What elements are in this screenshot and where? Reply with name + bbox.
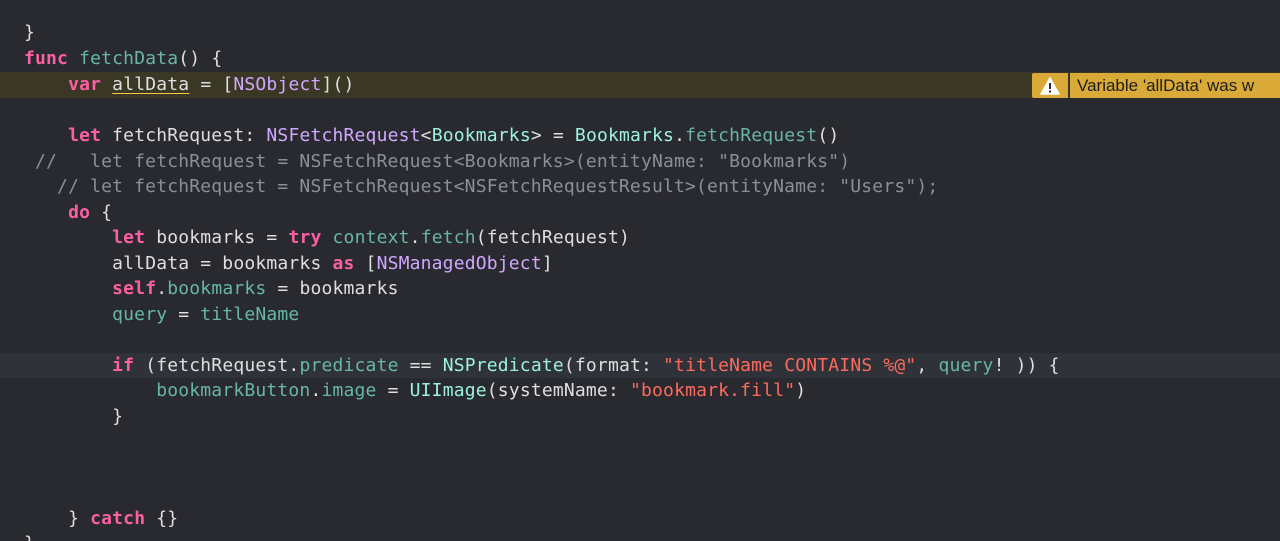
comment-text: // let fetchRequest = NSFetchRequest<Boo… <box>24 150 851 172</box>
code-text: } <box>68 507 91 529</box>
property-name: bookmarkButton <box>156 380 311 401</box>
warning-message: Variable 'allData' was w <box>1070 73 1280 98</box>
method-name: fetch <box>420 227 476 248</box>
property-name: context <box>332 227 410 248</box>
code-text: . <box>674 125 686 146</box>
code-line-14-current[interactable]: if (fetchRequest.predicate == NSPredicat… <box>0 352 1280 378</box>
property-name: image <box>321 380 377 401</box>
code-text: () { <box>178 47 223 69</box>
code-text: [ <box>354 252 377 274</box>
type-name: NSManagedObject <box>376 252 542 274</box>
type-name: NSFetchRequest <box>266 125 421 146</box>
code-line-21[interactable]: } <box>0 531 1280 541</box>
code-line-10[interactable]: allData = bookmarks as [NSManagedObject] <box>0 251 1280 277</box>
code-line-7-comment[interactable]: // let fetchRequest = NSFetchRequest<NSF… <box>0 174 1280 200</box>
type-name: NSObject <box>233 74 322 95</box>
code-text: { <box>90 201 113 223</box>
code-text: . <box>310 380 322 401</box>
code-line-11[interactable]: self.bookmarks = bookmarks <box>0 276 1280 302</box>
keyword-let: let <box>68 125 102 146</box>
code-text: . <box>409 227 421 248</box>
string-literal: "bookmark.fill" <box>630 380 796 401</box>
keyword-let: let <box>112 227 146 248</box>
closing-brace: } <box>24 533 35 541</box>
code-text: ] <box>541 252 553 274</box>
code-text: = [ <box>189 74 234 95</box>
code-line-12[interactable]: query = titleName <box>0 302 1280 328</box>
closing-brace: } <box>24 22 36 43</box>
code-text: fetchRequest: <box>101 125 267 146</box>
keyword-do: do <box>68 201 91 223</box>
code-line-2[interactable]: func fetchData() { <box>0 46 1280 72</box>
property-name: query <box>112 303 168 325</box>
code-text: (systemName: <box>486 380 630 401</box>
code-text: = <box>376 380 410 401</box>
code-text: = <box>167 303 201 325</box>
property-name: predicate <box>299 354 399 376</box>
code-text: ) <box>795 380 807 401</box>
code-text: ! )) { <box>993 354 1060 376</box>
code-line-5[interactable]: let fetchRequest: NSFetchRequest<Bookmar… <box>0 123 1280 149</box>
type-name: UIImage <box>409 380 487 401</box>
code-editor[interactable]: } func fetchData() { var allData = [NSOb… <box>0 0 1280 541</box>
keyword-if: if <box>112 354 135 376</box>
property-name: query <box>938 354 994 376</box>
string-literal: "titleName CONTAINS %@" <box>663 354 917 376</box>
code-text: . <box>156 278 168 299</box>
code-text: allData = bookmarks <box>112 252 333 274</box>
code-line-16[interactable]: } <box>0 404 1280 430</box>
type-name: Bookmarks <box>574 125 675 146</box>
method-name: fetchRequest <box>685 125 818 146</box>
property-name: titleName <box>200 303 300 325</box>
code-text: {} <box>145 507 179 529</box>
code-line-15[interactable]: bookmarkButton.image = UIImage(systemNam… <box>0 378 1280 404</box>
code-text: == <box>398 354 443 376</box>
keyword-catch: catch <box>90 507 146 529</box>
warning-badge[interactable]: Variable 'allData' was w <box>1032 73 1280 98</box>
code-line-9[interactable]: let bookmarks = try context.fetch(fetchR… <box>0 225 1280 251</box>
keyword-var: var <box>68 74 102 95</box>
keyword-as: as <box>332 252 355 274</box>
code-line-6-comment[interactable]: // let fetchRequest = NSFetchRequest<Boo… <box>0 149 1280 175</box>
warned-variable: allData <box>112 74 190 95</box>
function-name: fetchData <box>79 47 179 69</box>
code-text: (fetchRequest. <box>134 354 300 376</box>
type-name: NSPredicate <box>442 354 564 376</box>
code-text: ]() <box>321 74 355 95</box>
code-text: bookmarks = <box>145 227 289 248</box>
warning-triangle-icon[interactable] <box>1032 73 1068 98</box>
code-text: (format: <box>563 354 664 376</box>
code-line-1[interactable]: } <box>0 20 1280 46</box>
code-line-8[interactable]: do { <box>0 200 1280 226</box>
code-text: (fetchRequest) <box>475 227 631 248</box>
code-text: = bookmarks <box>266 278 399 299</box>
code-text: > = <box>530 125 575 146</box>
code-text: () <box>817 125 840 146</box>
type-name: Bookmarks <box>431 125 531 146</box>
keyword-self: self <box>112 278 157 299</box>
keyword-func: func <box>24 47 69 69</box>
code-text: < <box>420 125 432 146</box>
comment-text: // let fetchRequest = NSFetchRequest<NSF… <box>24 176 939 197</box>
code-line-20[interactable]: } catch {} <box>0 506 1280 532</box>
property-name: bookmarks <box>167 278 267 299</box>
keyword-try: try <box>288 227 322 248</box>
closing-brace: } <box>112 405 124 427</box>
code-text: , <box>916 354 939 376</box>
